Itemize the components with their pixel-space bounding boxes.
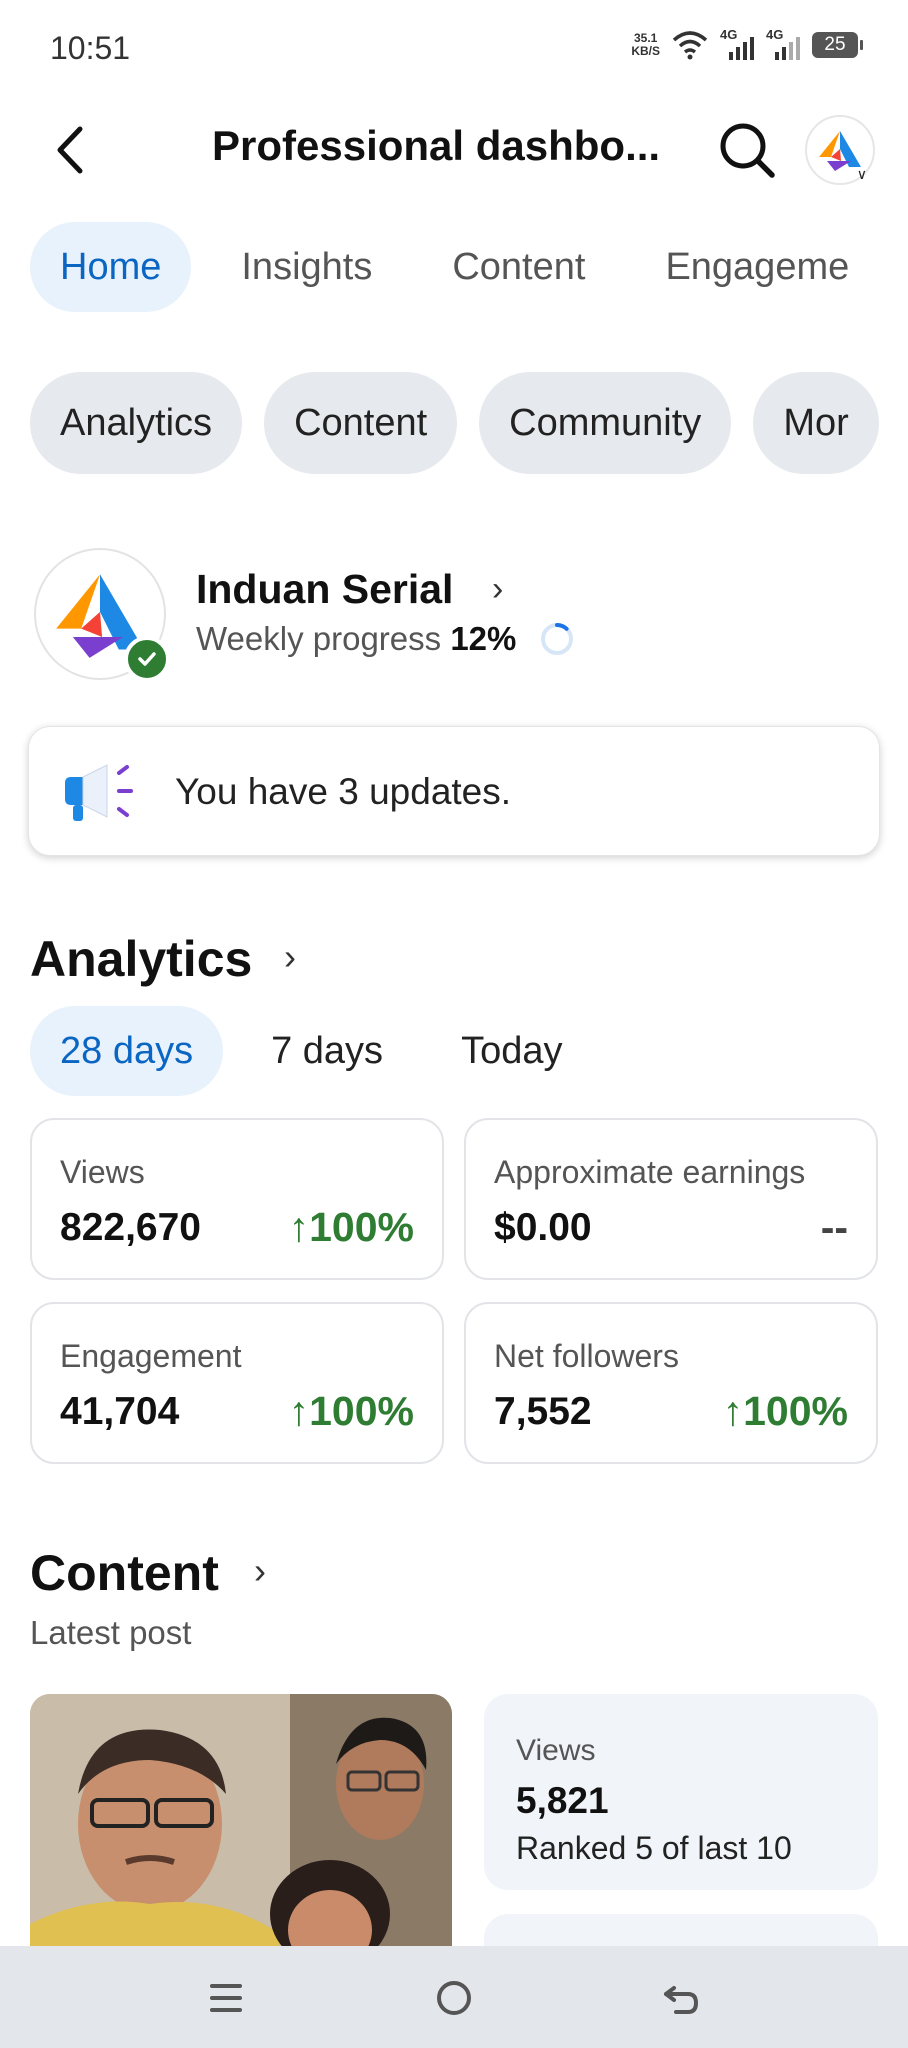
tab-engagement[interactable]: Engageme (635, 222, 879, 312)
back-arrow-icon (57, 126, 83, 174)
top-tab-bar: Home Insights Content Engageme (30, 222, 879, 312)
post-rank-text: Ranked 5 of last 10 (516, 1830, 792, 1866)
home-circle-icon (437, 1981, 471, 2015)
chip-community[interactable]: Community (479, 372, 732, 474)
network-speed: 35.1 KB/S (631, 32, 660, 58)
chevron-down-icon: ∨ (856, 166, 867, 182)
menu-icon (210, 1984, 242, 2012)
stat-change: -- (821, 1204, 848, 1251)
search-icon (720, 123, 775, 178)
status-icons: 35.1 KB/S 4G 4G 25 (631, 27, 863, 60)
progress-ring-icon (541, 623, 573, 655)
arrow-up-icon: ↑ (288, 1204, 310, 1250)
chip-content[interactable]: Content (264, 372, 458, 474)
stat-card-views[interactable]: Views 822,670 ↑100% (30, 1118, 444, 1280)
weekly-progress-value: 12% (450, 620, 517, 657)
analytics-section-title[interactable]: Analytics (30, 930, 252, 988)
stat-change: ↑100% (289, 1388, 414, 1435)
megaphone-icon (65, 764, 133, 821)
stat-card-engagement[interactable]: Engagement 41,704 ↑100% (30, 1302, 444, 1464)
range-tab-28-days[interactable]: 28 days (30, 1006, 224, 1096)
range-tab-today[interactable]: Today (431, 1006, 592, 1096)
stat-change: ↑100% (289, 1204, 414, 1251)
shortcut-chips: Analytics Content Community Mor (30, 372, 879, 474)
stat-value: $0.00 (494, 1206, 592, 1249)
stat-change-value: 100% (743, 1388, 848, 1434)
date-range-tabs: 28 days 7 days Today (30, 1006, 592, 1096)
back-gesture-icon (664, 1986, 699, 2014)
cell-signal-2-icon: 4G (766, 27, 800, 60)
stat-label: Engagement (60, 1338, 242, 1374)
chip-more[interactable]: Mor (753, 372, 879, 474)
stat-card-net-followers[interactable]: Net followers 7,552 ↑100% (464, 1302, 878, 1464)
arrow-up-icon: ↑ (722, 1388, 744, 1434)
tab-home[interactable]: Home (30, 222, 192, 312)
stat-value: 7,552 (494, 1390, 592, 1433)
home-button[interactable] (424, 1968, 484, 2028)
search-button[interactable] (712, 115, 782, 185)
status-bar: 10:51 35.1 KB/S 4G 4G 25 (0, 0, 908, 100)
post-thumbnail-image (30, 1694, 452, 1954)
arrow-up-icon: ↑ (288, 1388, 310, 1434)
latest-post-label: Latest post (30, 1614, 192, 1651)
profile-name[interactable]: Induan Serial (196, 566, 453, 613)
updates-text: You have 3 updates. (175, 771, 512, 812)
latest-post-thumbnail[interactable] (30, 1694, 452, 1954)
chip-analytics[interactable]: Analytics (30, 372, 243, 474)
chevron-right-icon[interactable]: › (284, 936, 296, 978)
weekly-progress: Weekly progress 12% (196, 620, 516, 658)
wifi-icon (672, 31, 708, 60)
recent-apps-button[interactable] (196, 1968, 256, 2028)
status-time: 10:51 (50, 30, 131, 66)
stat-change-value: -- (820, 1204, 848, 1250)
weekly-progress-label: Weekly progress (196, 620, 442, 657)
system-back-button[interactable] (652, 1968, 712, 2028)
stat-change: ↑100% (723, 1388, 848, 1435)
tab-insights[interactable]: Insights (211, 222, 402, 312)
battery-icon: 25 (812, 32, 863, 58)
account-switcher-button[interactable]: ∨ (805, 115, 875, 185)
page-title: Professional dashbo... (212, 122, 661, 169)
tab-content[interactable]: Content (422, 222, 615, 312)
verified-badge (124, 636, 170, 682)
post-views-label: Views (516, 1734, 596, 1767)
stat-label: Net followers (494, 1338, 679, 1374)
content-section-title[interactable]: Content (30, 1544, 219, 1602)
stat-value: 41,704 (60, 1390, 180, 1433)
latest-post-stats-card[interactable]: Views 5,821 Ranked 5 of last 10 (484, 1694, 878, 1890)
stat-label: Approximate earnings (494, 1154, 806, 1190)
system-navigation-bar (0, 1946, 908, 2048)
cell-signal-1-icon: 4G (720, 27, 754, 60)
profile-summary[interactable]: Induan Serial › Weekly progress 12% (34, 548, 894, 688)
updates-card[interactable]: You have 3 updates. (28, 726, 880, 856)
chevron-right-icon: › (492, 570, 504, 608)
stat-card-earnings[interactable]: Approximate earnings $0.00 -- (464, 1118, 878, 1280)
chevron-right-icon[interactable]: › (254, 1550, 266, 1592)
app-header: Professional dashbo... ∨ (0, 100, 908, 200)
stat-label: Views (60, 1154, 145, 1190)
network-speed-unit: KB/S (631, 44, 660, 58)
post-views-value: 5,821 (516, 1780, 609, 1821)
check-icon (138, 652, 156, 666)
range-tab-7-days[interactable]: 7 days (241, 1006, 413, 1096)
stat-value: 822,670 (60, 1206, 201, 1249)
stat-change-value: 100% (309, 1388, 414, 1434)
back-button[interactable] (40, 120, 100, 180)
stat-change-value: 100% (309, 1204, 414, 1250)
